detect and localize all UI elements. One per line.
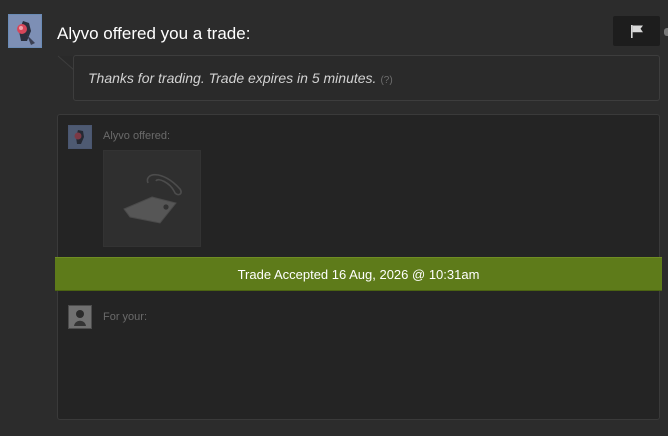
- partner-avatar[interactable]: [8, 14, 42, 48]
- trade-message: Thanks for trading. Trade expires in 5 m…: [88, 70, 393, 86]
- avatar-image: [9, 15, 41, 47]
- trade-offer-heading: Alyvo offered you a trade:: [57, 24, 251, 43]
- partner-mini-avatar[interactable]: [68, 125, 92, 149]
- report-button[interactable]: [613, 16, 660, 46]
- partner-offer-label: Alyvo offered:: [103, 130, 171, 142]
- tag-icon: [123, 173, 182, 224]
- flag-icon: [630, 25, 643, 38]
- partner-mini-avatar-image: [69, 126, 91, 148]
- your-mini-avatar-image: [69, 306, 91, 328]
- trade-item[interactable]: [103, 150, 201, 247]
- trade-accepted-banner: Trade Accepted 16 Aug, 2026 @ 10:31am: [55, 257, 662, 291]
- your-mini-avatar[interactable]: [68, 305, 92, 329]
- edge-scroll-handle: [664, 28, 668, 36]
- help-link[interactable]: (?): [380, 75, 392, 86]
- trade-message-text: Thanks for trading. Trade expires in 5 m…: [88, 70, 377, 86]
- your-items-label: For your:: [103, 311, 148, 323]
